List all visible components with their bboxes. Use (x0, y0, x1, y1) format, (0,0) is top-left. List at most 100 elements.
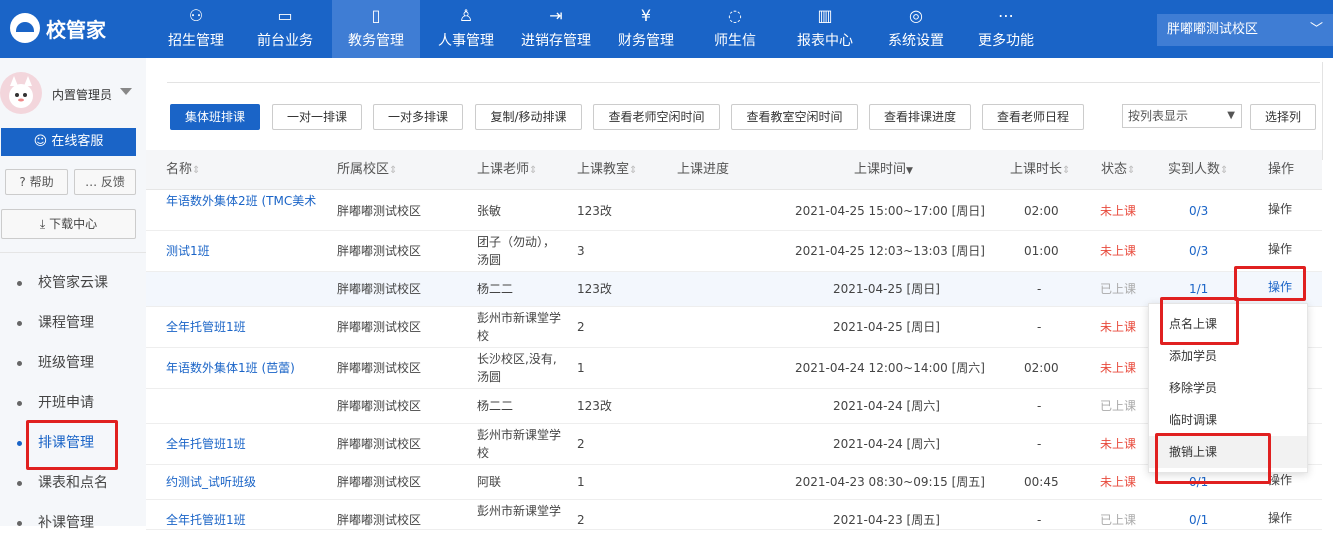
attendance-link[interactable]: 0/3 (1189, 202, 1208, 220)
campus-cell: 胖嘟嘟测试校区 (337, 244, 422, 258)
attendance-link[interactable]: 0/3 (1189, 242, 1208, 260)
nav-item-finance[interactable]: ¥ 财务管理 (608, 0, 684, 58)
bullet-icon (17, 481, 22, 486)
duration-cell: 02:00 (1024, 204, 1059, 218)
status-badge: 已上课 (1100, 513, 1137, 527)
chevron-down-icon: ▼ (1227, 110, 1235, 121)
view-mode-select[interactable]: 按列表显示 ▼ (1122, 104, 1242, 128)
question-icon: ? (19, 175, 26, 189)
bullet-icon (17, 401, 22, 406)
nav-item-enrollment[interactable]: ⚇ 招生管理 (158, 0, 234, 58)
nav-item-settings[interactable]: ◎ 系统设置 (878, 0, 954, 58)
report-icon: ▥ (817, 6, 833, 25)
group-class-schedule-button[interactable]: 集体班排课 (170, 104, 260, 130)
column-header-campus[interactable]: 所属校区⇕ (337, 150, 397, 190)
column-header-teacher[interactable]: 上课老师⇕ (477, 150, 537, 190)
table-row: 约测试_试听班级 胖嘟嘟测试校区 阿联 1 2021-04-23 08:30~0… (146, 465, 1322, 500)
attendance-link[interactable]: 1/1 (1189, 280, 1208, 298)
column-header-status[interactable]: 状态⇕ (1101, 150, 1135, 190)
class-name-link[interactable]: 年语数外集体2班 (TMC美术 (166, 192, 316, 210)
sidebar-item-makeup[interactable]: 补课管理 (0, 503, 146, 543)
scrollbar[interactable] (1322, 62, 1333, 160)
status-badge: 未上课 (1100, 320, 1137, 334)
nav-item-hr[interactable]: ♙ 人事管理 (428, 0, 504, 58)
action-button[interactable]: 操作 (1268, 240, 1292, 258)
action-button[interactable]: 操作 (1268, 471, 1292, 489)
time-cell: 2021-04-25 [周日] (833, 282, 940, 296)
nav-item-messaging[interactable]: ◌ 师生信 (700, 0, 770, 58)
one-to-many-schedule-button[interactable]: 一对多排课 (373, 104, 463, 130)
class-name-link[interactable]: 年语数外集体1班 (芭蕾) (166, 359, 295, 377)
brand-logo[interactable]: 校管家 (10, 12, 120, 44)
time-cell: 2021-04-24 12:00~14:00 [周六] (795, 361, 985, 375)
teacher-cell: 长沙校区,没有,汤圆 (477, 352, 557, 384)
table-row: 年语数外集体2班 (TMC美术 胖嘟嘟测试校区 张敏 123改 2021-04-… (146, 190, 1322, 231)
menu-item-add-student[interactable]: 添加学员 (1149, 340, 1307, 372)
column-header-duration[interactable]: 上课时长⇕ (1010, 150, 1070, 190)
sort-icon: ⇕ (192, 165, 201, 176)
campus-select[interactable]: 胖嘟嘟测试校区 ﹀ (1157, 14, 1333, 46)
download-center-button[interactable]: ⤓ 下载中心 (1, 209, 136, 239)
status-badge: 未上课 (1100, 437, 1137, 451)
sidebar-item-cloud-class[interactable]: 校管家云课 (0, 263, 146, 303)
online-service-button[interactable]: ☺ 在线客服 (1, 128, 136, 156)
menu-item-remove-student[interactable]: 移除学员 (1149, 372, 1307, 404)
class-name-link[interactable]: 全年托管班1班 (166, 435, 246, 453)
nav-item-academic[interactable]: ▯ 教务管理 (332, 0, 420, 58)
menu-item-temp-reschedule[interactable]: 临时调课 (1149, 404, 1307, 436)
menu-item-roll-call[interactable]: 点名上课 (1149, 308, 1307, 340)
column-header-room[interactable]: 上课教室⇕ (577, 150, 637, 190)
duration-cell: 01:00 (1024, 244, 1059, 258)
feedback-icon: … (85, 175, 98, 189)
action-button[interactable]: 操作 (1268, 509, 1292, 527)
chat-icon: ◌ (728, 6, 742, 25)
duration-cell: 00:45 (1024, 475, 1059, 489)
nav-item-more[interactable]: ⋯ 更多功能 (968, 0, 1044, 58)
monitor-icon: ▭ (277, 6, 293, 25)
copy-move-schedule-button[interactable]: 复制/移动排课 (475, 104, 582, 130)
action-button[interactable]: 操作 (1268, 200, 1292, 218)
nav-item-inventory[interactable]: ⇥ 进销存管理 (512, 0, 600, 58)
class-name-link[interactable]: 全年托管班1班 (166, 318, 246, 336)
teacher-free-time-button[interactable]: 查看老师空闲时间 (593, 104, 720, 130)
table-row: 全年托管班1班 胖嘟嘟测试校区 彭州市新课堂学校 2 2021-04-25 [周… (146, 307, 1322, 348)
campus-cell: 胖嘟嘟测试校区 (337, 282, 422, 296)
column-header-attendance[interactable]: 实到人数⇕ (1168, 150, 1228, 190)
column-header-time[interactable]: 上课时间▼ (854, 150, 913, 190)
class-name-link[interactable]: 约测试_试听班级 (166, 473, 256, 491)
sidebar-item-class-request[interactable]: 开班申请 (0, 383, 146, 423)
top-navigation-bar: 校管家 ⚇ 招生管理 ▭ 前台业务 ▯ 教务管理 ♙ 人事管理 ⇥ 进销存管理 … (0, 0, 1333, 58)
room-free-time-button[interactable]: 查看教室空闲时间 (731, 104, 858, 130)
campus-cell: 胖嘟嘟测试校区 (337, 320, 422, 334)
room-cell: 123改 (577, 204, 612, 218)
column-header-name[interactable]: 名称⇕ (166, 150, 200, 190)
teacher-calendar-button[interactable]: 查看老师日程 (982, 104, 1084, 130)
help-button[interactable]: ? 帮助 (5, 169, 68, 195)
teacher-cell: 阿联 (477, 475, 502, 489)
nav-item-front-desk[interactable]: ▭ 前台业务 (246, 0, 324, 58)
choose-columns-button[interactable]: 选择列 (1250, 104, 1316, 130)
time-cell: 2021-04-23 08:30~09:15 [周五] (795, 475, 985, 489)
attendance-link[interactable]: 0/1 (1189, 511, 1208, 529)
table-row: 全年托管班1班 胖嘟嘟测试校区 彭州市新课堂学校 2 2021-04-24 [周… (146, 424, 1322, 465)
duration-cell: - (1037, 437, 1042, 451)
attendance-link[interactable]: 0/1 (1189, 473, 1208, 491)
sidebar-item-courses[interactable]: 课程管理 (0, 303, 146, 343)
chevron-down-icon: ﹀ (1309, 22, 1323, 37)
room-cell: 123改 (577, 399, 612, 413)
feedback-button[interactable]: … 反馈 (74, 169, 136, 195)
menu-item-cancel-class[interactable]: 撤销上课 (1149, 436, 1307, 468)
avatar[interactable] (0, 72, 42, 114)
chat-bubble-icon: ☺ (33, 134, 48, 149)
class-name-link[interactable]: 全年托管班1班 (166, 511, 246, 529)
class-name-link[interactable]: 测试1班 (166, 242, 210, 260)
time-cell: 2021-04-25 15:00~17:00 [周日] (795, 204, 985, 218)
caret-down-icon[interactable] (120, 88, 132, 95)
nav-item-reports[interactable]: ▥ 报表中心 (786, 0, 864, 58)
sidebar-item-classes[interactable]: 班级管理 (0, 343, 146, 383)
column-header-progress: 上课进度 (677, 162, 730, 177)
schedule-progress-button[interactable]: 查看排课进度 (869, 104, 971, 130)
action-button[interactable]: 操作 (1268, 278, 1292, 296)
one-on-one-schedule-button[interactable]: 一对一排课 (272, 104, 362, 130)
action-dropdown-menu: 点名上课 添加学员 移除学员 临时调课 撤销上课 (1148, 303, 1308, 473)
